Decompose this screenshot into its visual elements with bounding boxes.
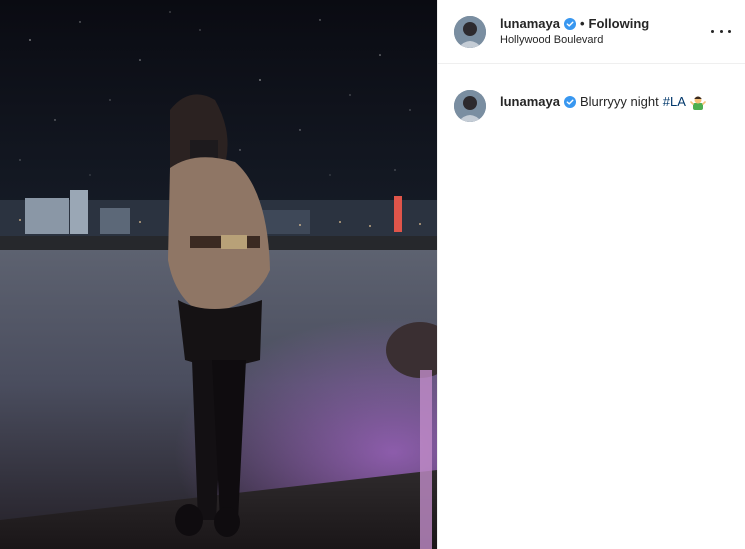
avatar[interactable]	[454, 15, 486, 48]
header-username[interactable]: lunamaya	[500, 16, 560, 32]
post-header: lunamaya • Following Hollywood Boulevard	[438, 0, 745, 64]
caption-username[interactable]: lunamaya	[500, 94, 560, 110]
photo-illustration	[0, 0, 437, 549]
hashtag-link[interactable]: #LA	[663, 94, 686, 110]
verified-badge-icon	[563, 96, 576, 108]
more-options-icon[interactable]	[711, 22, 731, 40]
caption-comment: lunamaya Blurryyy night #LA	[438, 64, 745, 122]
more-dot	[711, 29, 714, 33]
caption-text-row: lunamaya Blurryyy night #LA	[500, 94, 706, 110]
post-modal: lunamaya • Following Hollywood Boulevard	[0, 0, 745, 549]
post-photo[interactable]	[0, 0, 437, 549]
avatar-image-icon	[454, 15, 486, 48]
avatar[interactable]	[454, 90, 486, 122]
post-header-text: lunamaya • Following Hollywood Boulevard	[500, 16, 649, 47]
verified-badge-icon	[563, 18, 576, 30]
separator-dot: •	[579, 16, 585, 31]
avatar-image-icon	[454, 90, 486, 122]
header-user-row: lunamaya • Following	[500, 16, 649, 32]
more-dot	[719, 29, 723, 33]
following-button[interactable]: Following	[589, 16, 650, 32]
post-details-panel: lunamaya • Following Hollywood Boulevard	[437, 0, 745, 549]
caption-text: Blurryyy night	[579, 94, 659, 109]
location-link[interactable]: Hollywood Boulevard	[500, 33, 649, 47]
person-shrugging-emoji-icon	[690, 96, 706, 110]
more-dot	[728, 29, 731, 33]
